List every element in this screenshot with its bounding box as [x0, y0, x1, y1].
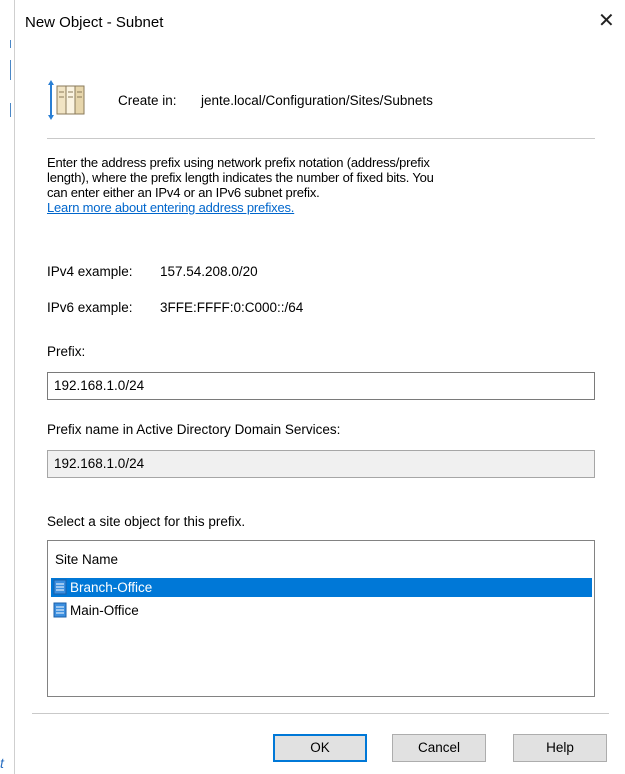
description-line: length), where the prefix length indicat…	[47, 170, 434, 185]
column-header-site-name[interactable]: Site Name	[55, 552, 118, 567]
window-title: New Object - Subnet	[25, 14, 164, 31]
prefix-name-field: 192.168.1.0/24	[47, 450, 595, 478]
learn-more-link[interactable]: Learn more about entering address prefix…	[47, 200, 294, 215]
ok-button[interactable]: OK	[273, 734, 367, 762]
edge-marker	[10, 40, 11, 48]
ipv6-example-value: 3FFE:FFFF:0:C000::/64	[160, 300, 304, 315]
site-icon	[53, 602, 67, 618]
description-line: can enter either an IPv4 or an IPv6 subn…	[47, 185, 320, 200]
cancel-button[interactable]: Cancel	[392, 734, 486, 762]
prefix-label: Prefix:	[47, 344, 86, 359]
ipv4-example-label: IPv4 example:	[47, 264, 133, 279]
site-select-label: Select a site object for this prefix.	[47, 514, 246, 529]
subnet-object-icon	[47, 80, 87, 120]
list-item-label: Main-Office	[70, 603, 139, 618]
background-window-edge: t	[0, 0, 11, 774]
create-in-path: jente.local/Configuration/Sites/Subnets	[201, 93, 433, 108]
site-list[interactable]: Site Name Branch-Office Main-Office	[47, 540, 595, 697]
prefix-input[interactable]: 192.168.1.0/24	[47, 372, 595, 400]
separator	[47, 138, 595, 139]
ipv6-example-label: IPv6 example:	[47, 300, 133, 315]
list-item-label: Branch-Office	[70, 580, 153, 595]
background-text-fragment: t	[0, 755, 4, 771]
list-item-main-office[interactable]: Main-Office	[51, 601, 592, 620]
site-icon	[53, 579, 67, 595]
edge-marker	[10, 103, 11, 117]
help-button[interactable]: Help	[513, 734, 607, 762]
create-in-label: Create in:	[118, 93, 177, 108]
prefix-name-label: Prefix name in Active Directory Domain S…	[47, 422, 341, 437]
description-line: Enter the address prefix using network p…	[47, 155, 430, 170]
separator	[32, 713, 609, 714]
new-subnet-dialog: New Object - Subnet ✕ Create in: jente.l…	[14, 0, 625, 774]
edge-marker	[10, 60, 11, 80]
close-icon[interactable]: ✕	[598, 11, 615, 31]
list-item-branch-office[interactable]: Branch-Office	[51, 578, 592, 597]
description: Enter the address prefix using network p…	[47, 155, 557, 215]
ipv4-example-value: 157.54.208.0/20	[160, 264, 258, 279]
